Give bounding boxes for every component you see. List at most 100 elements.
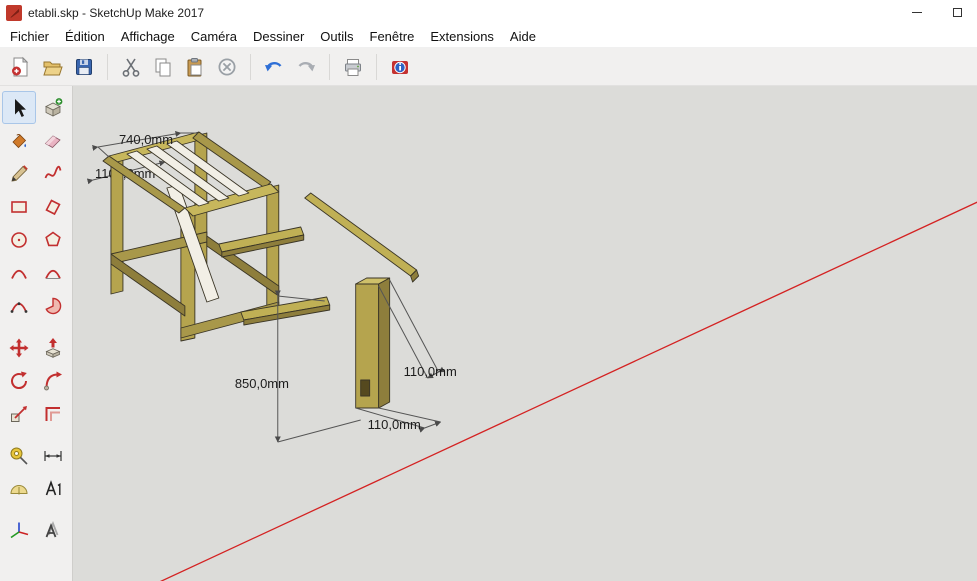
tool-rotated-rectangle[interactable] <box>36 190 70 223</box>
three-point-arc-icon <box>8 295 30 317</box>
axes-icon <box>8 520 30 542</box>
polygon-icon <box>42 229 64 251</box>
paint-bucket-icon <box>8 130 30 152</box>
print-button[interactable] <box>338 52 368 82</box>
toolbar-separator <box>107 54 108 80</box>
title-bar: etabli.skp - SketchUp Make 2017 <box>0 0 977 25</box>
tool-polygon[interactable] <box>36 223 70 256</box>
cut-icon <box>120 56 142 78</box>
eraser-icon <box>42 130 64 152</box>
delete-button[interactable] <box>212 52 242 82</box>
tool-tape-measure[interactable] <box>2 439 36 472</box>
tool-rectangle[interactable] <box>2 190 36 223</box>
protractor-icon <box>8 478 30 500</box>
tool-select[interactable] <box>2 91 36 124</box>
toolbar-separator <box>329 54 330 80</box>
tool-paint-bucket[interactable] <box>2 124 36 157</box>
menu-fenetre[interactable]: Fenêtre <box>362 27 423 46</box>
tool-two-point-arc[interactable] <box>36 256 70 289</box>
standard-toolbar <box>0 48 977 86</box>
undo-icon <box>263 56 285 78</box>
two-point-arc-icon <box>42 262 64 284</box>
select-icon <box>8 97 30 119</box>
save-button[interactable] <box>69 52 99 82</box>
copy-icon <box>152 56 174 78</box>
open-button[interactable] <box>37 52 67 82</box>
menu-aide[interactable]: Aide <box>502 27 544 46</box>
delete-icon <box>216 56 238 78</box>
tool-rotate[interactable] <box>2 364 36 397</box>
tool-three-point-arc[interactable] <box>2 289 36 322</box>
tool-arc[interactable] <box>2 256 36 289</box>
tool-circle[interactable] <box>2 223 36 256</box>
model-scene: 1100,0mm <box>73 86 977 581</box>
arc-icon <box>8 262 30 284</box>
tool-scale[interactable] <box>2 397 36 430</box>
toolbar-separator <box>250 54 251 80</box>
tool-eraser[interactable] <box>36 124 70 157</box>
sketchup-logo-icon <box>6 5 22 21</box>
redo-button[interactable] <box>291 52 321 82</box>
tool-freehand[interactable] <box>36 157 70 190</box>
tool-offset[interactable] <box>36 397 70 430</box>
tool-follow-me[interactable] <box>36 364 70 397</box>
tool-make-component[interactable] <box>36 91 70 124</box>
tool-line[interactable] <box>2 157 36 190</box>
maximize-button[interactable] <box>937 0 977 25</box>
rotate-icon <box>8 370 30 392</box>
minimize-icon <box>912 12 922 13</box>
toolbar-separator <box>376 54 377 80</box>
model-info-button[interactable] <box>385 52 415 82</box>
paste-icon <box>184 56 206 78</box>
tool-3d-text[interactable] <box>36 514 70 547</box>
circle-icon <box>8 229 30 251</box>
dimension-leg-side-label[interactable]: 110,0mm <box>404 364 457 379</box>
freehand-icon <box>42 163 64 185</box>
rotated-rectangle-icon <box>42 196 64 218</box>
palette-group-gap <box>2 505 70 514</box>
move-icon <box>8 337 30 359</box>
rectangle-icon <box>8 196 30 218</box>
menu-dessiner[interactable]: Dessiner <box>245 27 312 46</box>
menu-edition[interactable]: Édition <box>57 27 113 46</box>
copy-button[interactable] <box>148 52 178 82</box>
undo-button[interactable] <box>259 52 289 82</box>
tool-axes[interactable] <box>2 514 36 547</box>
line-pencil-icon <box>8 163 30 185</box>
maximize-icon <box>953 8 962 17</box>
scale-icon <box>8 403 30 425</box>
drawing-canvas[interactable]: 1100,0mm <box>72 86 977 581</box>
dimension-height-label[interactable]: 850,0mm <box>235 376 289 391</box>
follow-me-icon <box>42 370 64 392</box>
palette-group-gap <box>2 322 70 331</box>
menu-fichier[interactable]: Fichier <box>2 27 57 46</box>
menu-affichage[interactable]: Affichage <box>113 27 183 46</box>
offset-icon <box>42 403 64 425</box>
tool-move[interactable] <box>2 331 36 364</box>
tool-protractor[interactable] <box>2 472 36 505</box>
model-info-icon <box>389 56 411 78</box>
minimize-button[interactable] <box>897 0 937 25</box>
menu-extensions[interactable]: Extensions <box>422 27 502 46</box>
tool-dimensions[interactable] <box>36 439 70 472</box>
tool-text[interactable] <box>36 472 70 505</box>
cut-button[interactable] <box>116 52 146 82</box>
window-title: etabli.skp - SketchUp Make 2017 <box>28 6 204 20</box>
dimension-leg-front-label[interactable]: 110,0mm <box>368 417 421 432</box>
3d-text-icon <box>42 520 64 542</box>
menu-camera[interactable]: Caméra <box>183 27 245 46</box>
palette-group-gap <box>2 430 70 439</box>
dimension-top-width-label[interactable]: 740,0mm <box>119 132 173 147</box>
open-folder-icon <box>41 56 63 78</box>
menu-outils[interactable]: Outils <box>312 27 361 46</box>
new-document-button[interactable] <box>5 52 35 82</box>
save-icon <box>73 56 95 78</box>
tool-pie[interactable] <box>36 289 70 322</box>
tape-measure-icon <box>8 445 30 467</box>
make-component-icon <box>42 97 64 119</box>
dimensions-icon <box>42 445 64 467</box>
menu-bar: Fichier Édition Affichage Caméra Dessine… <box>0 25 977 48</box>
paste-button[interactable] <box>180 52 210 82</box>
tool-push-pull[interactable] <box>36 331 70 364</box>
text-icon <box>42 478 64 500</box>
